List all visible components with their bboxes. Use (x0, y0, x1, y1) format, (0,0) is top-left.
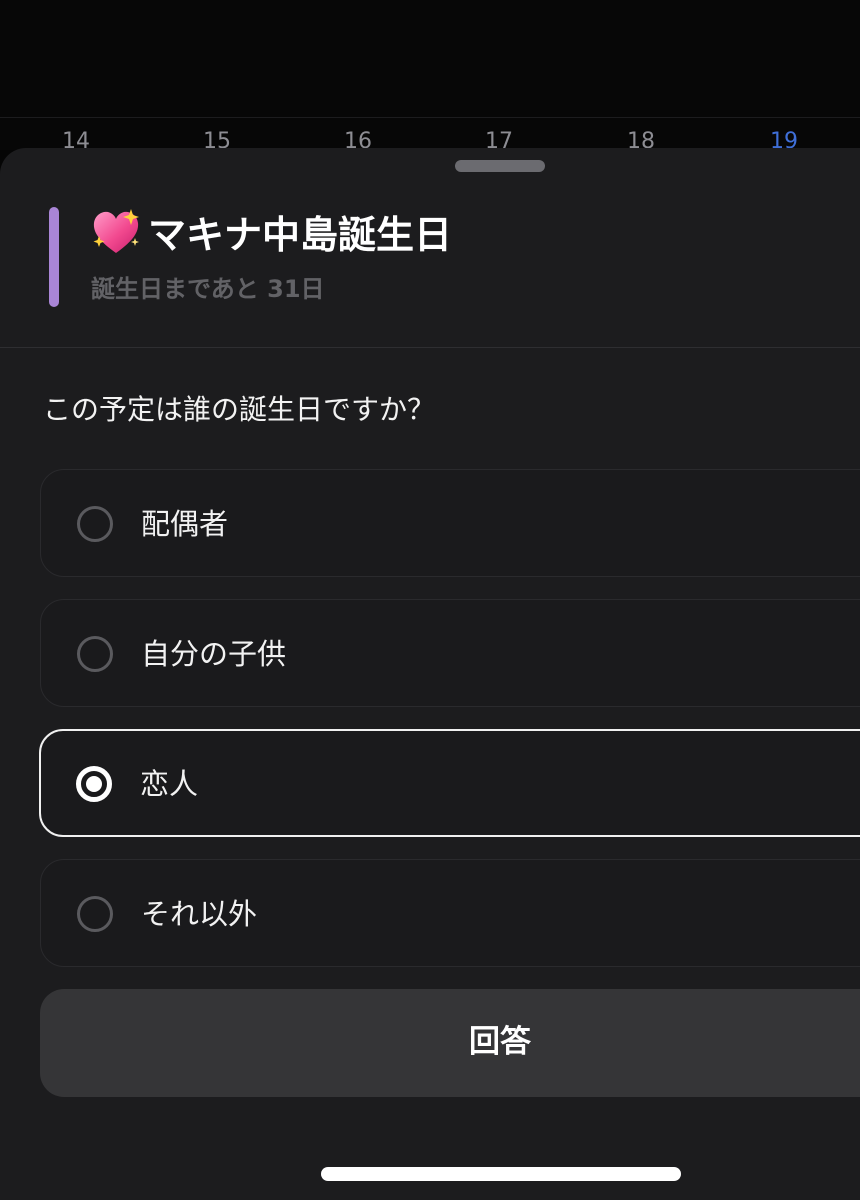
calendar-divider (0, 117, 860, 118)
home-indicator[interactable] (321, 1167, 681, 1181)
option-other[interactable]: それ以外 (40, 859, 860, 967)
radio-button[interactable] (77, 896, 113, 932)
event-color-bar (49, 207, 59, 307)
birthday-question-screen: 14 15 16 17 18 19 マキナ中島誕生日 誕生日まであと 31日 こ… (0, 0, 860, 1200)
radio-button-selected[interactable] (76, 766, 112, 802)
radio-button[interactable] (77, 506, 113, 542)
sheet-grabber-handle[interactable] (455, 160, 545, 172)
question-text: この予定は誰の誕生日ですか？ (43, 393, 436, 426)
option-partner-selected[interactable]: 恋人 (39, 729, 860, 837)
option-label: 自分の子供 (141, 637, 287, 671)
radio-button[interactable] (77, 636, 113, 672)
option-label: それ以外 (141, 897, 258, 931)
option-label: 配偶者 (141, 507, 229, 541)
option-own-child[interactable]: 自分の子供 (40, 599, 860, 707)
option-spouse[interactable]: 配偶者 (40, 469, 860, 577)
option-label: 恋人 (140, 767, 199, 801)
header-divider (0, 347, 860, 348)
calendar-week-strip: 14 15 16 17 18 19 (0, 0, 860, 154)
sparkling-heart-icon (90, 206, 142, 258)
submit-answer-button[interactable]: 回答 (40, 989, 860, 1097)
days-until-birthday: 誕生日まであと 31日 (91, 275, 325, 303)
event-title: マキナ中島誕生日 (148, 213, 453, 257)
submit-button-label: 回答 (469, 1024, 531, 1059)
event-title-row: マキナ中島誕生日 (90, 206, 452, 263)
